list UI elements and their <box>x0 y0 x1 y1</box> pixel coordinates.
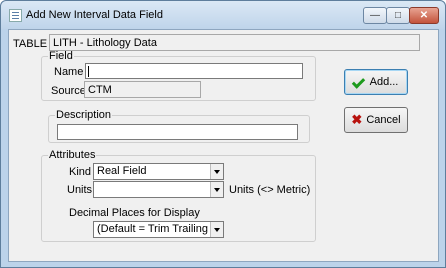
decimal-places-select-value: (Default = Trim Trailing Ze <box>97 223 209 235</box>
decimal-places-label: Decimal Places for Display <box>69 207 200 219</box>
cross-icon: ✖ <box>351 112 363 127</box>
kind-select-value: Real Field <box>97 165 147 177</box>
kind-select[interactable]: Real Field <box>93 163 224 180</box>
checkmark-icon <box>354 76 366 88</box>
cancel-button[interactable]: ✖ Cancel <box>344 107 408 133</box>
table-label: TABLE <box>13 38 48 50</box>
units-select[interactable] <box>93 181 224 198</box>
window-title: Add New Interval Data Field <box>26 9 163 21</box>
field-group-legend: Field <box>49 50 73 62</box>
close-button[interactable]: ✕ <box>409 7 439 24</box>
add-button-label: Add... <box>369 76 399 88</box>
chevron-down-icon[interactable] <box>210 182 223 197</box>
add-button[interactable]: Add... <box>344 69 408 95</box>
maximize-button[interactable]: □ <box>386 7 410 24</box>
description-input[interactable] <box>57 124 298 140</box>
chevron-down-icon[interactable] <box>210 222 223 237</box>
source-label: Source <box>51 85 86 97</box>
text-caret <box>88 66 89 77</box>
description-group-legend: Description <box>56 109 112 121</box>
name-input[interactable] <box>85 63 303 79</box>
cancel-button-label: Cancel <box>366 114 401 126</box>
units-label: Units <box>67 184 93 196</box>
chevron-down-icon[interactable] <box>210 164 223 179</box>
units-note: Units (<> Metric) <box>229 184 311 196</box>
minimize-button[interactable]: — <box>363 7 387 24</box>
dialog-window: Add New Interval Data Field — □ ✕ TABLE … <box>0 0 446 268</box>
decimal-places-select[interactable]: (Default = Trim Trailing Ze <box>93 221 224 238</box>
dialog-body: TABLE LITH - Lithology Data Field Name S… <box>8 29 439 262</box>
attributes-group-legend: Attributes <box>49 149 96 161</box>
source-value: CTM <box>84 81 201 98</box>
table-value: LITH - Lithology Data <box>49 34 420 51</box>
title-bar[interactable]: Add New Interval Data Field — □ ✕ <box>1 1 445 29</box>
kind-label: Kind <box>69 166 92 178</box>
form-icon <box>9 9 22 22</box>
name-label: Name <box>54 66 84 78</box>
